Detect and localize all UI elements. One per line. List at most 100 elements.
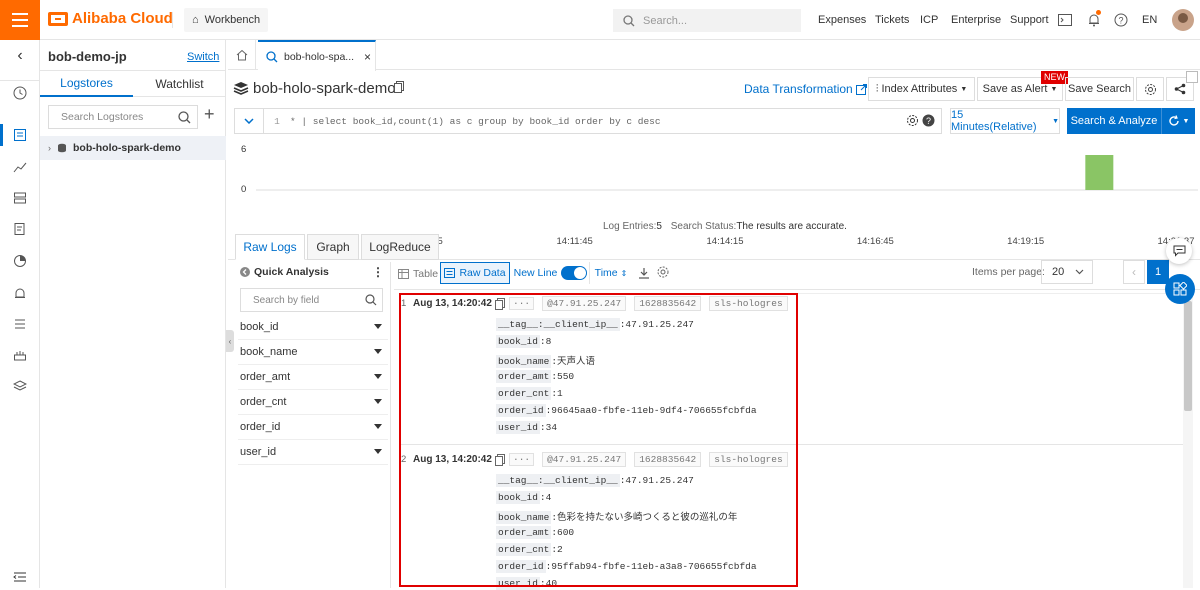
raw-data-view-button[interactable]: Raw Data xyxy=(440,262,510,284)
notification-bell-icon[interactable] xyxy=(1086,10,1102,28)
clock-icon[interactable] xyxy=(12,85,28,101)
global-search-input[interactable]: Search... xyxy=(613,9,801,32)
workbench-button[interactable]: ⌂ Workbench xyxy=(184,8,269,32)
add-logstore-icon[interactable]: + xyxy=(204,104,215,125)
quick-analysis-header[interactable]: Quick Analysis xyxy=(240,266,329,278)
tab-logstores[interactable]: Logstores xyxy=(40,71,133,97)
field-key[interactable]: order_amt xyxy=(496,370,552,383)
field-value[interactable]: :4 xyxy=(540,492,551,503)
more-icon[interactable]: ··· xyxy=(509,453,535,466)
log-field[interactable]: book_id:8 xyxy=(496,335,551,348)
query-text[interactable]: * | select book_id,count(1) as c group b… xyxy=(290,116,661,127)
field-value[interactable]: :天声人语 xyxy=(551,356,595,367)
copy-icon[interactable] xyxy=(394,81,404,93)
field-value[interactable]: :47.91.25.247 xyxy=(620,319,694,330)
home-tab[interactable] xyxy=(228,40,256,70)
field-key[interactable]: book_name xyxy=(496,355,552,368)
link-support[interactable]: Support xyxy=(1010,14,1049,26)
log-tag[interactable]: sls-hologres xyxy=(709,452,788,467)
settings-button[interactable] xyxy=(1136,77,1164,101)
new-line-toggle[interactable] xyxy=(561,266,588,280)
help-icon[interactable]: ? xyxy=(1113,12,1129,28)
field-key[interactable]: order_amt xyxy=(496,526,552,539)
log-topic[interactable]: 1628835642 xyxy=(634,452,702,467)
storage-icon[interactable] xyxy=(12,190,28,206)
search-icon[interactable] xyxy=(178,110,191,124)
query-editor[interactable]: 1 * | select book_id,count(1) as c group… xyxy=(264,108,942,134)
pie-chart-icon[interactable] xyxy=(12,253,28,269)
field-value[interactable]: :34 xyxy=(540,422,557,433)
field-value[interactable]: :96645aa0-fbfe-11eb-9df4-706655fcbfda xyxy=(546,405,757,416)
download-icon[interactable] xyxy=(638,267,650,279)
caret-down-icon[interactable] xyxy=(374,374,382,379)
feedback-button[interactable] xyxy=(1166,238,1192,264)
copy-icon[interactable] xyxy=(495,297,505,310)
search-analyze-button[interactable]: Search & Analyze xyxy=(1067,108,1161,134)
close-tab-icon[interactable]: × xyxy=(364,50,371,64)
caret-down-icon[interactable] xyxy=(374,349,382,354)
language-switch[interactable]: EN xyxy=(1142,14,1157,26)
field-value[interactable]: :600 xyxy=(551,527,574,538)
tab-graph[interactable]: Graph xyxy=(307,234,359,260)
switch-project-link[interactable]: Switch xyxy=(187,51,219,63)
log-field[interactable]: book_name:色彩を持たない多崎つくると彼の巡礼の年 xyxy=(496,509,737,524)
log-field[interactable]: order_cnt:1 xyxy=(496,387,563,400)
search-icon[interactable] xyxy=(365,294,377,306)
field-key[interactable]: book_name xyxy=(496,511,552,524)
logstore-icon[interactable] xyxy=(12,127,28,143)
items-per-page-select[interactable]: 20 xyxy=(1041,260,1093,284)
field-item-book-id[interactable]: book_id xyxy=(238,315,388,340)
caret-down-icon[interactable] xyxy=(374,424,382,429)
field-value[interactable]: :47.91.25.247 xyxy=(620,475,694,486)
collapse-menu-icon[interactable] xyxy=(12,569,28,585)
log-source[interactable]: @47.91.25.247 xyxy=(542,452,627,467)
field-item-order-amt[interactable]: order_amt xyxy=(238,365,388,390)
brand-logo[interactable]: Alibaba Cloud xyxy=(48,10,173,27)
log-field[interactable]: order_id:96645aa0-fbfe-11eb-9df4-706655f… xyxy=(496,404,757,417)
user-avatar[interactable] xyxy=(1172,9,1194,31)
link-enterprise[interactable]: Enterprise xyxy=(951,14,1001,26)
log-source[interactable]: @47.91.25.247 xyxy=(542,296,627,311)
field-key[interactable]: book_id xyxy=(496,335,540,348)
log-field[interactable]: __tag__:__client_ip__:47.91.25.247 xyxy=(496,474,694,487)
log-field[interactable]: __tag__:__client_ip__:47.91.25.247 xyxy=(496,318,694,331)
field-key[interactable]: user_id xyxy=(496,421,540,434)
histogram-bar[interactable] xyxy=(1085,155,1114,190)
field-key[interactable]: book_id xyxy=(496,491,540,504)
caret-down-icon[interactable] xyxy=(374,449,382,454)
alert-bell-icon[interactable] xyxy=(12,285,28,301)
apps-button[interactable] xyxy=(1165,274,1195,304)
field-key[interactable]: order_cnt xyxy=(496,387,552,400)
table-view-button[interactable]: Table xyxy=(398,264,438,284)
refresh-options-button[interactable]: ▼ xyxy=(1161,108,1195,134)
field-item-user-id[interactable]: user_id xyxy=(238,440,388,465)
field-search-input[interactable]: Search by field xyxy=(240,288,383,312)
more-options-icon[interactable]: ⋮ xyxy=(372,265,384,279)
log-field[interactable]: order_cnt:2 xyxy=(496,543,563,556)
chart-icon[interactable] xyxy=(12,159,28,175)
log-field[interactable]: order_amt:600 xyxy=(496,526,574,539)
log-tag[interactable]: sls-hologres xyxy=(709,296,788,311)
field-key[interactable]: user_id xyxy=(496,577,540,590)
link-tickets[interactable]: Tickets xyxy=(875,14,909,26)
copy-icon[interactable] xyxy=(495,453,505,466)
log-topic[interactable]: 1628835642 xyxy=(634,296,702,311)
current-page-button[interactable]: 1 xyxy=(1147,260,1169,284)
tab-watchlist[interactable]: Watchlist xyxy=(133,71,226,97)
query-settings-icon[interactable] xyxy=(906,114,919,127)
corner-checkbox[interactable] xyxy=(1186,71,1198,83)
tab-logreduce[interactable]: LogReduce xyxy=(361,234,439,260)
layers-icon[interactable] xyxy=(12,378,28,394)
hamburger-menu-icon[interactable] xyxy=(0,0,40,40)
field-key[interactable]: order_cnt xyxy=(496,543,552,556)
prev-page-button[interactable]: ‹ xyxy=(1123,260,1145,284)
log-field[interactable]: book_id:4 xyxy=(496,491,551,504)
link-icp[interactable]: ICP xyxy=(920,14,938,26)
dashboard-icon[interactable] xyxy=(12,347,28,363)
field-value[interactable]: :色彩を持たない多崎つくると彼の巡礼の年 xyxy=(551,512,737,523)
log-field[interactable]: order_amt:550 xyxy=(496,370,574,383)
field-value[interactable]: :8 xyxy=(540,336,551,347)
caret-down-icon[interactable] xyxy=(374,324,382,329)
logstore-list-item[interactable]: › bob-holo-spark-demo xyxy=(40,136,226,160)
collapse-left-icon[interactable] xyxy=(240,267,250,277)
